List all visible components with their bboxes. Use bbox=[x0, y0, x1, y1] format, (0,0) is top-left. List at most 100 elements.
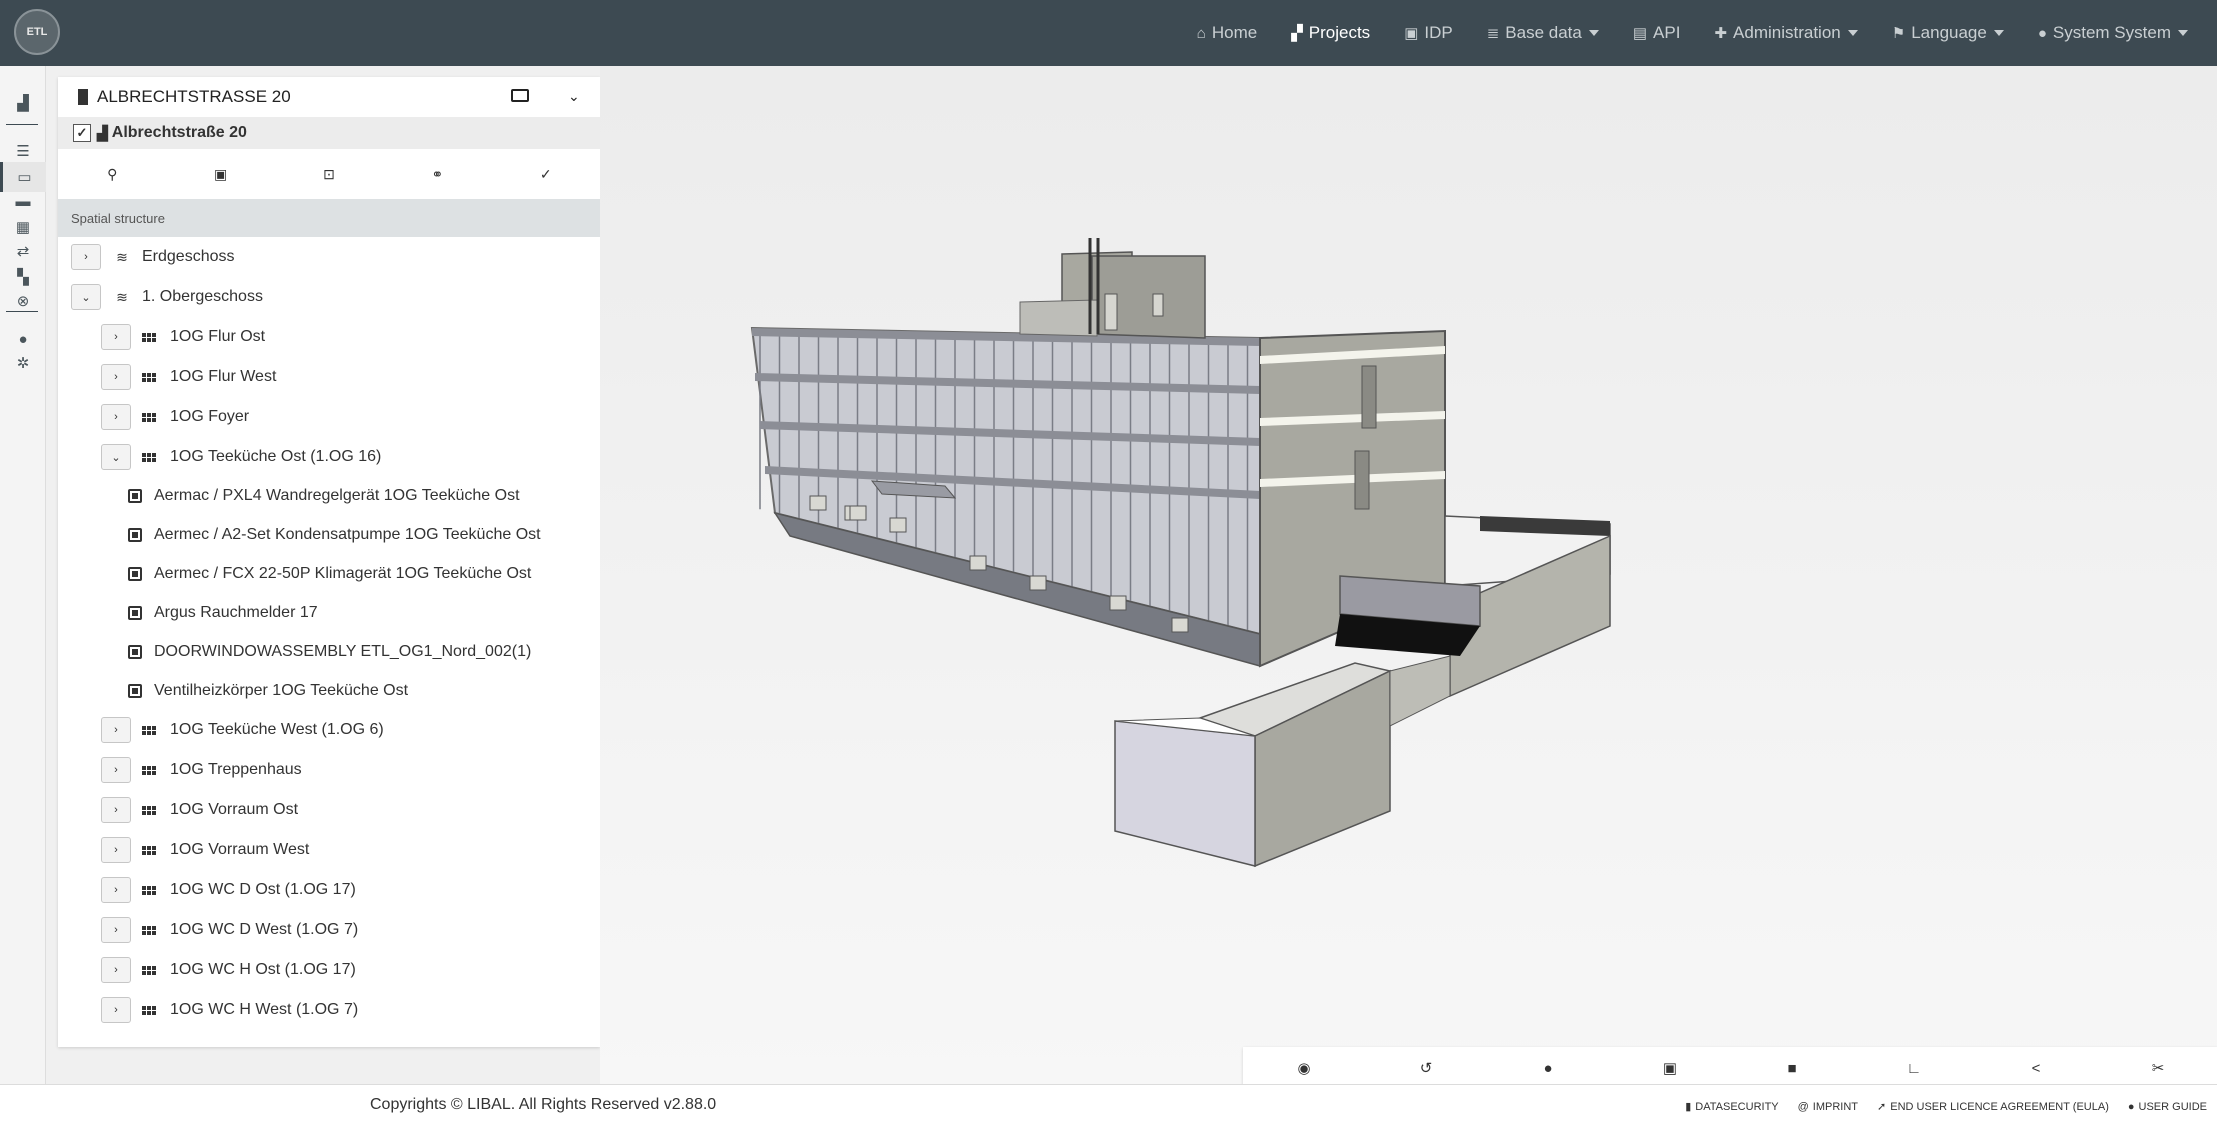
tree-element-row[interactable]: Aermac / PXL4 Wandregelgerät 1OG Teeküch… bbox=[58, 476, 600, 516]
expand-toggle-button[interactable]: › bbox=[101, 717, 131, 743]
reset-view-button[interactable]: ↺ bbox=[1365, 1047, 1487, 1089]
collapse-toggle-button[interactable]: ⌄ bbox=[101, 444, 131, 470]
user-guide-link[interactable]: ● USER GUIDE bbox=[2128, 1101, 2207, 1113]
search-tool-button[interactable]: ⚲ bbox=[58, 149, 166, 199]
nav-api[interactable]: ▤ API bbox=[1616, 0, 1698, 66]
tree-element-row[interactable]: DOORWINDOWASSEMBLY ETL_OG1_Nord_002(1) bbox=[58, 632, 600, 672]
model-checkbox[interactable]: ✓ bbox=[73, 124, 91, 142]
tree-element-row[interactable]: Argus Rauchmelder 17 bbox=[58, 593, 600, 633]
nav-idp-label: IDP bbox=[1424, 23, 1453, 42]
nav-home[interactable]: ⌂ Home bbox=[1180, 0, 1274, 66]
model-row: ✓ ▟ Albrechtstraße 20 bbox=[58, 117, 600, 149]
orbit-button[interactable]: ● bbox=[1487, 1047, 1609, 1089]
datasecurity-link[interactable]: ▮ DATASECURITY bbox=[1685, 1100, 1778, 1113]
lock-icon: ▮ bbox=[1685, 1101, 1692, 1113]
cut-button[interactable]: ✂ bbox=[2097, 1047, 2217, 1089]
tree-node-label: 1OG Flur West bbox=[170, 368, 277, 385]
copyright-text: Copyrights © LIBAL. All Rights Reserved … bbox=[370, 1096, 717, 1113]
select-area-tool-button[interactable]: ⊡ bbox=[275, 149, 383, 199]
tree-node-row[interactable]: › 1OG WC D Ost (1.OG 17) bbox=[58, 870, 600, 910]
expand-toggle-button[interactable]: › bbox=[101, 917, 131, 943]
expand-toggle-button[interactable]: › bbox=[71, 244, 101, 270]
nav-idp[interactable]: ▣ IDP bbox=[1387, 0, 1470, 66]
tree-node-row[interactable]: ⌄ ≋ 1. Obergeschoss bbox=[58, 277, 600, 317]
tree-node-row[interactable]: › 1OG WC H Ost (1.OG 17) bbox=[58, 950, 600, 990]
tree-element-row[interactable]: Ventilheizkörper 1OG Teeküche Ost bbox=[58, 671, 600, 711]
checklist-tool-button[interactable]: ✓ bbox=[492, 149, 600, 199]
monitor-icon[interactable] bbox=[511, 89, 529, 102]
expand-toggle-button[interactable]: › bbox=[101, 877, 131, 903]
expand-toggle-button[interactable]: › bbox=[101, 324, 131, 350]
footer: Copyrights © LIBAL. All Rights Reserved … bbox=[0, 1084, 2217, 1127]
nav-projects[interactable]: ▞ Projects bbox=[1274, 0, 1387, 66]
building-model-render[interactable] bbox=[600, 66, 2217, 1084]
eye-icon: ◉ bbox=[1297, 1060, 1311, 1077]
tree-node-row[interactable]: › 1OG Vorraum Ost bbox=[58, 790, 600, 830]
expand-toggle-button[interactable]: › bbox=[101, 404, 131, 430]
caret-down-icon bbox=[1993, 30, 2004, 36]
measure-angle-button[interactable]: ∟ bbox=[1853, 1047, 1975, 1089]
app-logo[interactable]: ETL bbox=[14, 9, 60, 55]
grid-icon bbox=[142, 845, 156, 855]
layers-icon: ≋ bbox=[116, 248, 128, 265]
calendar-icon: ▦ bbox=[15, 219, 31, 236]
undo-icon: ↺ bbox=[1419, 1060, 1433, 1077]
tree-node-row[interactable]: › 1OG Teeküche West (1.OG 6) bbox=[58, 710, 600, 750]
tree-node-label: 1OG Flur Ost bbox=[170, 328, 266, 345]
tree-node-label: 1OG Vorraum West bbox=[170, 841, 310, 858]
nav-user[interactable]: ● System System bbox=[2021, 0, 2205, 66]
tree-node-row[interactable]: › 1OG WC D West (1.OG 7) bbox=[58, 910, 600, 950]
rail-settings[interactable]: ✲ bbox=[0, 348, 46, 378]
panel-header: ALBRECHTSTRASSE 20 ⌄ bbox=[58, 77, 600, 117]
tree-node-row[interactable]: › 1OG Treppenhaus bbox=[58, 750, 600, 790]
expand-toggle-button[interactable]: › bbox=[101, 797, 131, 823]
tree-node-label: 1OG Teeküche West (1.OG 6) bbox=[170, 721, 384, 738]
grid-icon bbox=[142, 925, 156, 935]
expand-toggle-button[interactable]: › bbox=[101, 757, 131, 783]
list-icon: ☰ bbox=[16, 143, 30, 160]
viewer-toolbar: ◉ ↺ ● ▣ ■ ∟ < ✂ bbox=[1243, 1047, 2217, 1089]
visibility-button[interactable]: ◉ bbox=[1243, 1047, 1365, 1089]
expand-toggle-button[interactable]: › bbox=[101, 957, 131, 983]
book-icon: ▤ bbox=[1632, 25, 1648, 42]
top-navbar: ETL ⌂ Home ▞ Projects ▣ IDP ≣ Base data ▤ API ✚ Adm… bbox=[0, 0, 2217, 66]
nav-base-data-label: Base data bbox=[1505, 23, 1582, 42]
nav-base-data[interactable]: ≣ Base data bbox=[1470, 0, 1616, 66]
tree-node-row[interactable]: › 1OG Foyer bbox=[58, 397, 600, 437]
caret-down-icon bbox=[1588, 30, 1599, 36]
chevron-down-icon[interactable]: ⌄ bbox=[568, 88, 580, 105]
nav-administration[interactable]: ✚ Administration bbox=[1697, 0, 1874, 66]
properties-tool-button[interactable]: ▣ bbox=[166, 149, 274, 199]
angle-icon: ∟ bbox=[1906, 1059, 1922, 1077]
section-box-icon: ▣ bbox=[1662, 1060, 1678, 1077]
expand-toggle-button[interactable]: › bbox=[101, 837, 131, 863]
tree-node-row[interactable]: › 1OG Flur West bbox=[58, 357, 600, 397]
expand-toggle-button[interactable]: › bbox=[101, 364, 131, 390]
nav-language[interactable]: ⚑ Language bbox=[1875, 0, 2021, 66]
tree-node-label: 1OG Foyer bbox=[170, 408, 250, 425]
expand-toggle-button[interactable]: › bbox=[101, 997, 131, 1023]
tree-node-label: 1. Obergeschoss bbox=[142, 288, 263, 305]
people-tool-button[interactable]: ⚭ bbox=[383, 149, 491, 199]
section-box-button[interactable]: ▣ bbox=[1609, 1047, 1731, 1089]
tree-node-row[interactable]: › ≋ Erdgeschoss bbox=[58, 237, 600, 277]
monitor-icon: ▭ bbox=[17, 169, 32, 186]
camera-button[interactable]: ■ bbox=[1731, 1047, 1853, 1089]
grid-icon bbox=[142, 332, 156, 342]
tree-node-row[interactable]: ⌄ 1OG Teeküche Ost (1.OG 16) bbox=[58, 437, 600, 477]
grid-icon bbox=[142, 965, 156, 975]
logo-text: ETL bbox=[26, 26, 48, 38]
3d-viewer[interactable]: ◉ ↺ ● ▣ ■ ∟ < ✂ bbox=[600, 66, 2217, 1089]
rail-projects[interactable]: ▟ bbox=[0, 88, 46, 118]
tree-element-row[interactable]: Aermec / FCX 22-50P Klimagerät 1OG Teekü… bbox=[58, 554, 600, 594]
share-button[interactable]: < bbox=[1975, 1047, 2097, 1089]
nav-administration-label: Administration bbox=[1733, 23, 1841, 42]
eula-link[interactable]: ➚ END USER LICENCE AGREEMENT (EULA) bbox=[1877, 1100, 2109, 1113]
imprint-link[interactable]: @ IMPRINT bbox=[1798, 1101, 1858, 1113]
tree-element-row[interactable]: Aermec / A2-Set Kondensatpumpe 1OG Teekü… bbox=[58, 515, 600, 555]
collapse-toggle-button[interactable]: ⌄ bbox=[71, 284, 101, 310]
tree-node-row[interactable]: › 1OG Vorraum West bbox=[58, 830, 600, 870]
tree-node-row[interactable]: › 1OG Flur Ost bbox=[58, 317, 600, 357]
tree-node-row[interactable]: › 1OG WC H West (1.OG 7) bbox=[58, 990, 600, 1030]
cube-icon bbox=[128, 606, 142, 620]
